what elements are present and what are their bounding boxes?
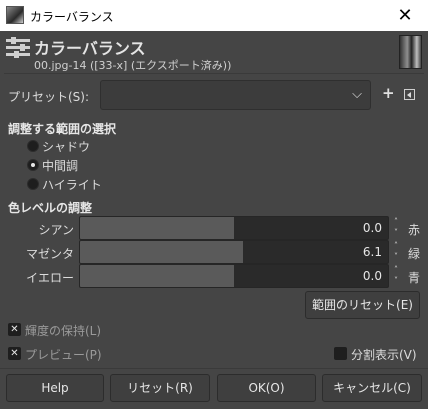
yellow-blue-slider[interactable]: 0.0 [79, 264, 389, 288]
radio-label: シャドウ [42, 140, 91, 154]
window-title: カラーバランス [30, 10, 114, 24]
checkbox-label: 輝度の保持(L) [25, 324, 102, 338]
radio-label: ハイライト [42, 178, 102, 192]
slider-right-label: 緑 [408, 247, 421, 261]
cancel-button[interactable]: キャンセル(C) [322, 374, 422, 402]
slider-right-label: 青 [408, 271, 421, 285]
slider-left-label: イエロー [26, 271, 74, 285]
spin-arrows-icon[interactable]: ˄ ˅ [391, 240, 401, 264]
spin-arrows-icon[interactable]: ˄ ˅ [391, 216, 401, 240]
ok-button[interactable]: OK(O) [217, 374, 316, 402]
slider-value: 0.0 [362, 221, 382, 235]
close-icon[interactable]: ✕ [382, 0, 428, 31]
checkbox-checked-icon: ✕ [8, 323, 21, 336]
magenta-green-slider[interactable]: 6.1 [79, 240, 389, 264]
slider-left-label: シアン [38, 223, 74, 237]
slider-value: 6.1 [362, 245, 382, 259]
checkbox-label: プレビュー(P) [25, 348, 102, 362]
window-titlebar: カラーバランス ✕ [0, 0, 428, 31]
radio-icon [27, 178, 39, 190]
preset-label: プリセット(S): [8, 90, 90, 104]
radio-selected-icon [27, 159, 39, 171]
chevron-down-icon: ⌵ [352, 87, 362, 102]
cyan-red-slider[interactable]: 0.0 [79, 216, 389, 240]
slider-right-label: 赤 [408, 223, 421, 237]
checkbox-icon [334, 347, 347, 360]
range-section-title: 調整する範囲の選択 [8, 122, 117, 136]
spin-arrows-icon[interactable]: ˄ ˅ [391, 264, 401, 288]
slider-fill [80, 217, 234, 239]
color-balance-icon [6, 37, 30, 59]
app-icon [6, 6, 24, 24]
preset-menu-icon[interactable] [404, 89, 415, 100]
radio-label: 中間調 [42, 159, 79, 173]
radio-icon [27, 140, 39, 152]
help-button[interactable]: Help [6, 374, 104, 402]
dialog-heading: カラーバランス [34, 39, 146, 58]
add-preset-icon[interactable]: + [382, 84, 395, 102]
image-subtitle: 00.jpg-14 ([33-x] (エクスポート済み)) [34, 59, 232, 72]
header-divider [4, 73, 424, 74]
image-thumbnail [399, 35, 422, 69]
slider-fill [80, 241, 244, 263]
checkbox-checked-icon: ✕ [8, 347, 21, 360]
reset-range-button[interactable]: 範囲のリセット(E) [305, 291, 420, 319]
footer-divider [0, 368, 428, 369]
color-section-title: 色レベルの調整 [8, 201, 93, 215]
preset-combobox[interactable]: ⌵ [100, 80, 371, 110]
reset-button[interactable]: リセット(R) [110, 374, 210, 402]
slider-fill [80, 265, 234, 287]
checkbox-label: 分割表示(V) [351, 348, 417, 362]
slider-left-label: マゼンタ [25, 247, 74, 261]
slider-value: 0.0 [362, 269, 382, 283]
